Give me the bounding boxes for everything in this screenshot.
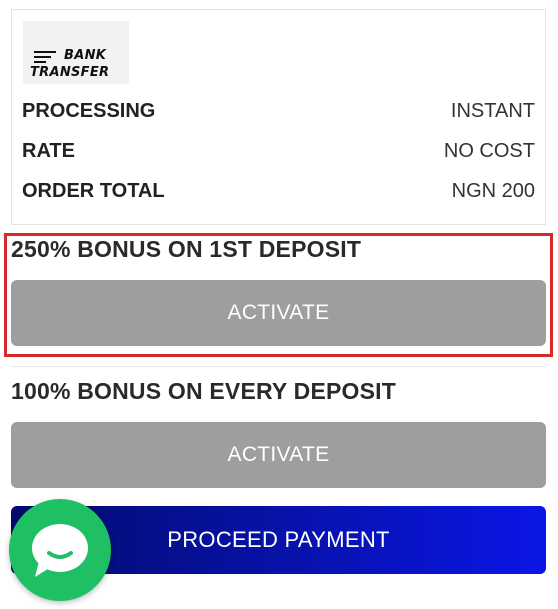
divider	[11, 366, 546, 367]
bank-transfer-logo: BANK TRANSFER	[23, 21, 129, 84]
bonus-title-every-deposit: 100% BONUS ON EVERY DEPOSIT	[11, 378, 397, 404]
activate-every-deposit-button[interactable]: ACTIVATE	[11, 422, 546, 488]
detail-row-rate: RATE NO COST	[22, 137, 535, 165]
detail-value: NGN 200	[451, 180, 535, 202]
detail-label: RATE	[22, 140, 75, 162]
logo-text: BANK TRANSFER	[30, 47, 126, 81]
logo-line2: TRANSFER	[30, 65, 110, 80]
activate-first-deposit-button[interactable]: ACTIVATE	[11, 280, 546, 346]
detail-value: NO COST	[443, 140, 535, 162]
detail-label: ORDER TOTAL	[22, 180, 165, 202]
chat-widget-button[interactable]	[9, 499, 111, 601]
payment-summary-card: BANK TRANSFER PROCESSING INSTANT RATE NO…	[11, 9, 546, 225]
detail-row-processing: PROCESSING INSTANT	[22, 97, 535, 125]
detail-value: INSTANT	[450, 100, 535, 122]
detail-row-order-total: ORDER TOTAL NGN 200	[22, 177, 535, 205]
logo-line1: BANK	[64, 48, 107, 63]
detail-label: PROCESSING	[22, 100, 156, 122]
chat-bubble-icon	[32, 524, 88, 577]
bonus-title-first-deposit: 250% BONUS ON 1ST DEPOSIT	[11, 236, 362, 262]
